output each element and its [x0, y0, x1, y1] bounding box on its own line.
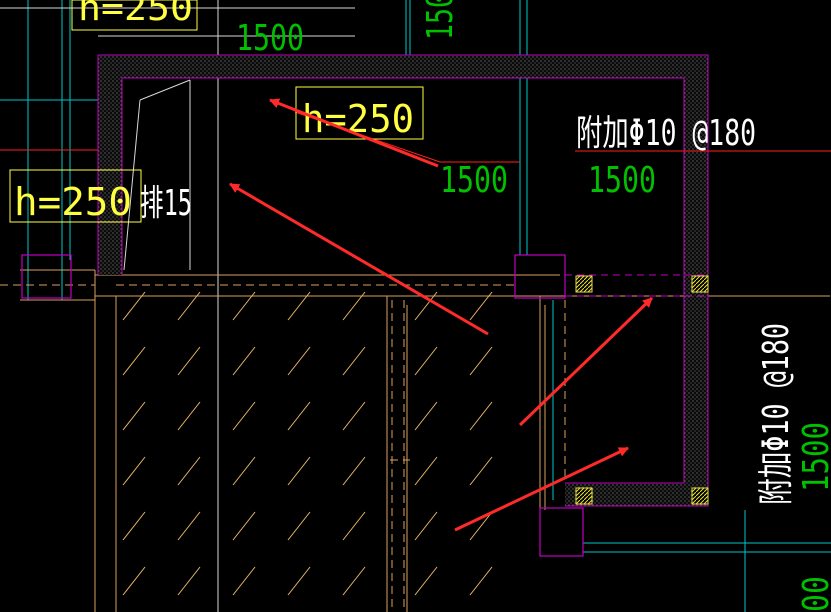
arrow-to-left-slab: [229, 182, 489, 336]
hatch-stroke: [287, 401, 311, 431]
hatch-stroke: [414, 566, 438, 596]
slab-hatch: [122, 291, 493, 596]
hatch-stroke: [342, 511, 366, 541]
hatch-stroke: [122, 346, 146, 376]
hatch-stroke: [177, 566, 201, 596]
hatch-stroke: [232, 456, 256, 486]
left-thickness-label: h=250: [14, 180, 132, 224]
slab-dim-right-label: 1500: [588, 160, 656, 201]
hatch-stroke: [177, 511, 201, 541]
hatch-stroke: [414, 401, 438, 431]
hatch-stroke: [177, 456, 201, 486]
hatch-stroke: [232, 346, 256, 376]
right-dim-bottom-label: 00: [796, 576, 831, 612]
rebar-right-label: 附加Φ10 @180: [756, 323, 797, 505]
hatch-stroke: [177, 346, 201, 376]
beam-dashed: [0, 284, 566, 612]
hatch-stroke: [232, 401, 256, 431]
hatch-stroke: [342, 346, 366, 376]
hatch-stroke: [414, 456, 438, 486]
hatch-stroke: [342, 401, 366, 431]
hatch-stroke: [122, 511, 146, 541]
slab-dim-left-label: 1500: [440, 160, 508, 201]
hatch-stroke: [232, 511, 256, 541]
hatch-stroke: [287, 566, 311, 596]
right-dim-label: 1500: [796, 422, 831, 492]
hatch-stroke: [469, 401, 493, 431]
hatch-stroke: [469, 346, 493, 376]
hatch-stroke: [342, 566, 366, 596]
top-dim-label: 1500: [236, 18, 304, 59]
hatch-stroke: [122, 456, 146, 486]
hatch-stroke: [122, 566, 146, 596]
hatch-stroke: [469, 456, 493, 486]
hatch-stroke: [414, 511, 438, 541]
hatch-stroke: [342, 456, 366, 486]
rebar-top-label: 附加Φ10 @180: [576, 113, 756, 154]
top-right-partial-label: 150: [420, 0, 461, 40]
hatch-stroke: [287, 346, 311, 376]
hatch-stroke: [177, 401, 201, 431]
hatch-stroke: [232, 566, 256, 596]
top-partial-h-label: h=250: [78, 0, 193, 29]
hatch-stroke: [122, 401, 146, 431]
hatch-stroke: [287, 511, 311, 541]
hatch-stroke: [287, 456, 311, 486]
hatch-stroke: [469, 566, 493, 596]
hatch-stroke: [414, 346, 438, 376]
left-note-label: 排15: [140, 183, 192, 224]
white-lines: [0, 0, 355, 612]
cad-drawing: h=250 1500 h=250 1500 1500 附加Φ10 @180 h=…: [0, 0, 831, 612]
